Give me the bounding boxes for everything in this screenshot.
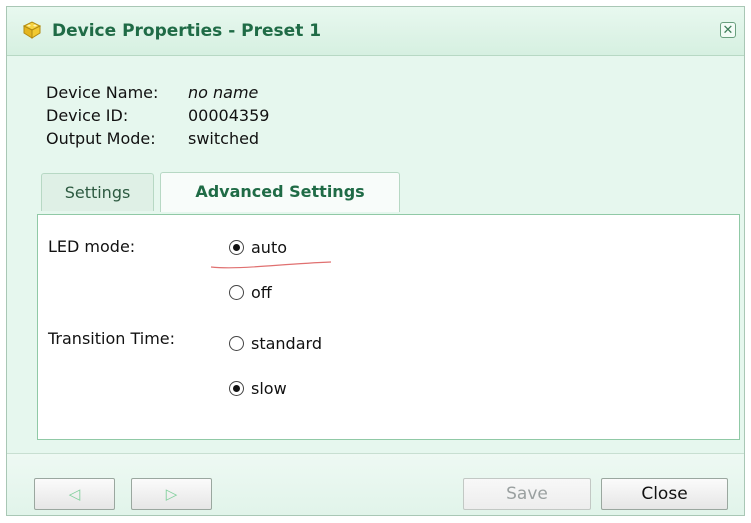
led-mode-label: LED mode:: [48, 237, 136, 256]
transition-standard-label[interactable]: standard: [251, 334, 322, 353]
previous-button[interactable]: ◁: [34, 478, 115, 510]
device-id-value: 00004359: [188, 106, 270, 125]
transition-slow-option[interactable]: slow: [229, 379, 287, 398]
device-id-row: Device ID: 00004359: [46, 104, 269, 127]
device-name-label: Device Name:: [46, 83, 159, 102]
device-id-label: Device ID:: [46, 106, 129, 125]
device-name-value: no name: [188, 83, 259, 102]
tab-settings[interactable]: Settings: [41, 173, 154, 211]
next-button[interactable]: ▷: [131, 478, 212, 510]
dialog-title: Device Properties - Preset 1: [52, 21, 322, 41]
device-icon: [22, 21, 42, 39]
radio-selected-icon[interactable]: [229, 240, 244, 255]
radio-unselected-icon[interactable]: [229, 285, 244, 300]
output-mode-row: Output Mode: switched: [46, 127, 269, 150]
transition-time-label: Transition Time:: [48, 329, 176, 348]
radio-unselected-icon[interactable]: [229, 336, 244, 351]
led-mode-off-label[interactable]: off: [251, 283, 272, 302]
advanced-settings-panel: LED mode: auto off Transition Time: stan…: [37, 214, 740, 440]
radio-selected-icon[interactable]: [229, 381, 244, 396]
output-mode-value: switched: [188, 129, 260, 148]
close-icon[interactable]: ✕: [720, 22, 736, 38]
device-name-row: Device Name: no name: [46, 81, 269, 104]
led-mode-off-option[interactable]: off: [229, 283, 272, 302]
device-info: Device Name: no name Device ID: 00004359…: [46, 81, 269, 150]
save-button[interactable]: Save: [463, 478, 591, 510]
title-bar: Device Properties - Preset 1 ✕: [7, 7, 744, 56]
dialog-footer: ◁ ▷ Save Close: [7, 453, 744, 515]
transition-standard-option[interactable]: standard: [229, 334, 322, 353]
close-button[interactable]: Close: [601, 478, 728, 510]
device-properties-dialog: Device Properties - Preset 1 ✕ Device Na…: [6, 6, 745, 516]
transition-slow-label[interactable]: slow: [251, 379, 287, 398]
annotation-underline: [210, 261, 332, 269]
led-mode-auto-option[interactable]: auto: [229, 238, 287, 257]
tab-advanced-settings[interactable]: Advanced Settings: [160, 172, 400, 212]
led-mode-auto-label[interactable]: auto: [251, 238, 287, 257]
output-mode-label: Output Mode:: [46, 129, 156, 148]
